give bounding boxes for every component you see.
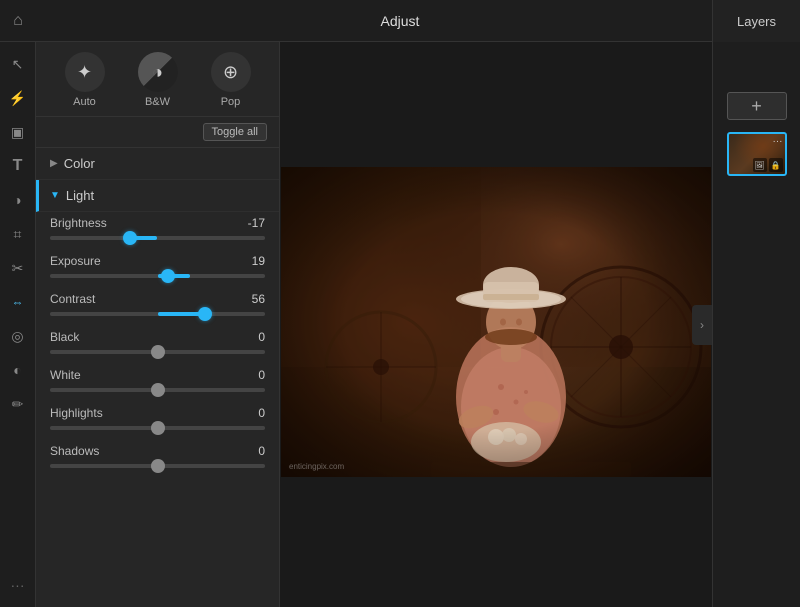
brightness-slider-row: Brightness -17 [50,216,265,240]
exposure-slider-row: Exposure 19 [50,254,265,278]
text-tool[interactable]: T [4,152,32,180]
highlights-thumb[interactable] [151,421,165,435]
exposure-label: Exposure [50,254,101,268]
layer-thumbnail[interactable]: ··· 🖼 🔒 [727,132,787,176]
light-section-label: Light [66,188,94,203]
highlights-value: 0 [258,406,265,420]
lightning-tool[interactable]: ⚡ [4,84,32,112]
gradient-tool[interactable]: ◐ [4,356,32,384]
adjust-panel: ✦ Auto ◑ B&W ⊕ Pop Toggle all ▶ Color ▼ … [36,42,280,607]
contrast-track[interactable] [50,312,265,316]
white-thumb[interactable] [151,383,165,397]
adjust-tool[interactable]: ⇔ [4,288,32,316]
contrast-value: 56 [252,292,265,306]
black-slider-row: Black 0 [50,330,265,354]
exposure-thumb[interactable] [161,269,175,283]
add-layer-button[interactable]: + [727,92,787,120]
auto-preset[interactable]: ✦ Auto [65,52,105,108]
shadows-thumb[interactable] [151,459,165,473]
color-section-header[interactable]: ▶ Color [36,148,279,180]
layer-image-icon: 🖼 [753,158,767,172]
pop-preset[interactable]: ⊕ Pop [211,52,251,108]
pen-tool[interactable]: ✏ [4,390,32,418]
crop-tool[interactable]: ⌗ [4,220,32,248]
shadows-value: 0 [258,444,265,458]
layers-panel-title: Layers [737,14,776,29]
shadows-slider-row: Shadows 0 [50,444,265,468]
photo-container: enticingpix.com [281,167,711,482]
shadows-track[interactable] [50,464,265,468]
layer-lock-icon: 🔒 [769,158,783,172]
photo-image: enticingpix.com [281,167,711,477]
highlights-label: Highlights [50,406,103,420]
canvas-area: enticingpix.com › [280,42,712,607]
black-track[interactable] [50,350,265,354]
contrast-thumb[interactable] [198,307,212,321]
home-icon[interactable]: ⌂ [0,0,36,42]
auto-icon: ✦ [65,52,105,92]
bw-icon: ◑ [138,52,178,92]
highlights-slider-row: Highlights 0 [50,406,265,430]
white-label: White [50,368,81,382]
brightness-track[interactable] [50,236,265,240]
contrast-slider-row: Contrast 56 [50,292,265,316]
frame-tool[interactable]: ▣ [4,118,32,146]
brightness-thumb[interactable] [123,231,137,245]
scissors-tool[interactable]: ✂ [4,254,32,282]
highlights-track[interactable] [50,426,265,430]
mask-tool[interactable]: ◑ [4,186,32,214]
exposure-value: 19 [252,254,265,268]
brightness-label: Brightness [50,216,107,230]
collapse-panel-button[interactable]: › [692,305,712,345]
color-chevron: ▶ [50,158,58,169]
exposure-track[interactable] [50,274,265,278]
layers-panel: + ··· 🖼 🔒 [712,42,800,607]
circle-tool[interactable]: ◎ [4,322,32,350]
toggle-all-row: Toggle all [36,117,279,148]
cursor-tool[interactable]: ↖ [4,50,32,78]
black-label: Black [50,330,79,344]
pop-icon: ⊕ [211,52,251,92]
white-slider-row: White 0 [50,368,265,392]
sliders-area: Brightness -17 Exposure 19 [36,212,279,490]
light-chevron: ▼ [50,190,60,201]
bw-preset[interactable]: ◑ B&W [138,52,178,108]
color-section-label: Color [64,156,95,171]
black-thumb[interactable] [151,345,165,359]
brightness-value: -17 [248,216,265,230]
white-value: 0 [258,368,265,382]
shadows-label: Shadows [50,444,99,458]
svg-text:enticingpix.com: enticingpix.com [289,462,344,471]
left-toolbar: ↖ ⚡ ▣ T ◑ ⌗ ✂ ⇔ ◎ ◐ ✏ ··· [0,42,36,607]
adjust-panel-title: Adjust [36,13,764,29]
more-tools-icon[interactable]: ··· [4,571,32,599]
toggle-all-button[interactable]: Toggle all [203,123,267,141]
contrast-label: Contrast [50,292,95,306]
white-track[interactable] [50,388,265,392]
light-section-header[interactable]: ▼ Light [36,180,279,212]
layer-options-icon: ··· [773,136,783,147]
presets-row: ✦ Auto ◑ B&W ⊕ Pop [36,42,279,117]
black-value: 0 [258,330,265,344]
